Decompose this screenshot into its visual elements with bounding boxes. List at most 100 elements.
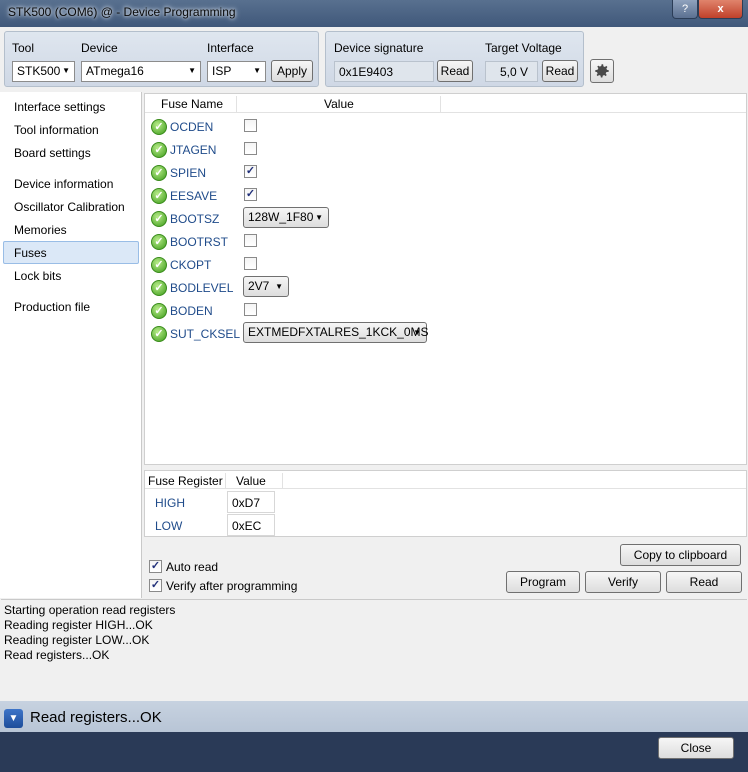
fuse-select[interactable]: 128W_1F80 ▼ <box>243 207 329 228</box>
register-value-column-header: Value <box>236 474 266 488</box>
voltage-label: Target Voltage <box>485 41 562 55</box>
device-value: ATmega16 <box>86 64 144 78</box>
sidebar <box>0 92 142 598</box>
valid-check-icon: ✓ <box>151 188 167 204</box>
sidebar-item-lock-bits[interactable]: Lock bits <box>14 269 61 283</box>
column-divider <box>282 473 283 488</box>
chevron-down-icon: ▼ <box>315 213 323 222</box>
valid-check-icon: ✓ <box>151 280 167 296</box>
title-bar: STK500 (COM6) @ - Device Programming ? x <box>0 0 748 27</box>
gear-icon <box>595 64 609 78</box>
copy-to-clipboard-button[interactable]: Copy to clipboard <box>620 544 741 566</box>
voltage-read-button[interactable]: Read <box>542 60 578 82</box>
fuse-checkbox[interactable] <box>244 303 257 316</box>
interface-value: ISP <box>212 64 232 78</box>
log-line: Reading register LOW...OK <box>4 633 150 647</box>
apply-button[interactable]: Apply <box>271 60 313 82</box>
fuse-checkbox[interactable]: ✓ <box>244 188 257 201</box>
fuse-name: BOOTSZ <box>170 212 220 226</box>
sidebar-item-board-settings[interactable]: Board settings <box>14 146 91 160</box>
fuse-register-table: Fuse Register Value HIGH 0xD7 LOW 0xEC <box>144 470 747 537</box>
register-value-high[interactable]: 0xD7 <box>227 491 275 513</box>
sidebar-item-production-file[interactable]: Production file <box>14 300 90 314</box>
sidebar-item-interface-settings[interactable]: Interface settings <box>14 100 105 114</box>
register-name-high: HIGH <box>155 496 185 510</box>
signature-read-button[interactable]: Read <box>437 60 473 82</box>
fuse-select-value: 128W_1F80 <box>248 210 314 224</box>
window-close-button[interactable]: x <box>698 0 743 19</box>
fuse-checkbox[interactable] <box>244 234 257 247</box>
fuse-list: Fuse Name Value ✓ OCDEN ✓ JTAGEN ✓ SPIEN ✓ ✓ EES… <box>144 93 747 465</box>
fuse-select-value: EXTMEDFXTALRES_1KCK_0MS <box>248 325 429 339</box>
signature-voltage-group: Device signature 0x1E9403 Read Target Vo… <box>325 31 584 87</box>
program-button[interactable]: Program <box>506 571 580 593</box>
tool-label: Tool <box>12 41 35 55</box>
column-divider <box>225 473 226 488</box>
log-line: Reading register HIGH...OK <box>4 618 153 632</box>
log-line: Read registers...OK <box>4 648 110 662</box>
fuse-name: BOOTRST <box>170 235 229 249</box>
fuse-checkbox[interactable]: ✓ <box>244 165 257 178</box>
tool-device-group: Tool STK500 ▼ Device ATmega16 ▼ Interface … <box>4 31 319 87</box>
signature-field: 0x1E9403 <box>334 61 434 82</box>
status-bar: ▼ Read registers...OK <box>0 701 748 732</box>
auto-read-checkbox[interactable]: ✓ <box>149 560 162 573</box>
settings-button[interactable] <box>590 59 614 83</box>
auto-read-label: Auto read <box>166 560 219 574</box>
tool-select[interactable]: STK500 ▼ <box>12 61 75 82</box>
fuse-select[interactable]: 2V7 ▼ <box>243 276 289 297</box>
sidebar-item-device-information[interactable]: Device information <box>14 177 113 191</box>
fuse-checkbox[interactable] <box>244 119 257 132</box>
chevron-down-icon: ▼ <box>413 328 421 337</box>
valid-check-icon: ✓ <box>151 211 167 227</box>
fuse-name: SUT_CKSEL <box>170 327 241 341</box>
fuse-name: SPIEN <box>170 166 207 180</box>
chevron-down-icon: ▼ <box>188 66 196 75</box>
valid-check-icon: ✓ <box>151 119 167 135</box>
interface-select[interactable]: ISP ▼ <box>207 61 266 82</box>
close-button[interactable]: Close <box>658 737 734 759</box>
fuse-checkbox[interactable] <box>244 142 257 155</box>
dialog-footer: Close <box>0 732 748 772</box>
sidebar-item-memories[interactable]: Memories <box>14 223 67 237</box>
chevron-down-icon: ▼ <box>275 282 283 291</box>
valid-check-icon: ✓ <box>151 165 167 181</box>
voltage-field: 5,0 V <box>485 61 538 82</box>
sidebar-item-tool-information[interactable]: Tool information <box>14 123 99 137</box>
device-select[interactable]: ATmega16 ▼ <box>81 61 201 82</box>
register-name-low: LOW <box>155 519 183 533</box>
fuse-checkbox[interactable] <box>244 257 257 270</box>
chevron-down-icon: ▼ <box>62 66 70 75</box>
sidebar-item-oscillator-calibration[interactable]: Oscillator Calibration <box>14 200 125 214</box>
interface-label: Interface <box>207 41 254 55</box>
verify-after-programming-checkbox[interactable]: ✓ <box>149 579 162 592</box>
fuse-select-value: 2V7 <box>248 279 270 293</box>
status-message: Read registers...OK <box>30 709 162 726</box>
tool-value: STK500 <box>17 64 61 78</box>
register-value-low[interactable]: 0xEC <box>227 514 275 536</box>
device-label: Device <box>81 41 118 55</box>
signature-label: Device signature <box>334 41 424 55</box>
fuse-name: EESAVE <box>170 189 218 203</box>
fuse-name: BODLEVEL <box>170 281 234 295</box>
expand-log-toggle[interactable]: ▼ <box>4 709 23 728</box>
log-line: Starting operation read registers <box>4 603 176 617</box>
fuse-select[interactable]: EXTMEDFXTALRES_1KCK_0MS ▼ <box>243 322 429 343</box>
help-button[interactable]: ? <box>672 0 698 19</box>
column-divider <box>440 96 441 112</box>
fuse-name: BODEN <box>170 304 213 318</box>
output-log: Starting operation read registers Readin… <box>1 599 747 701</box>
fuse-name: OCDEN <box>170 120 214 134</box>
valid-check-icon: ✓ <box>151 326 167 342</box>
verify-after-programming-label: Verify after programming <box>166 579 298 593</box>
valid-check-icon: ✓ <box>151 142 167 158</box>
read-button[interactable]: Read <box>666 571 742 593</box>
valid-check-icon: ✓ <box>151 257 167 273</box>
window-title: STK500 (COM6) @ - Device Programming <box>8 5 236 19</box>
sidebar-item-fuses[interactable]: Fuses <box>14 246 47 260</box>
fuse-name: JTAGEN <box>170 143 217 157</box>
column-divider <box>236 96 237 112</box>
register-column-header: Fuse Register <box>148 474 223 488</box>
verify-button[interactable]: Verify <box>585 571 661 593</box>
valid-check-icon: ✓ <box>151 234 167 250</box>
